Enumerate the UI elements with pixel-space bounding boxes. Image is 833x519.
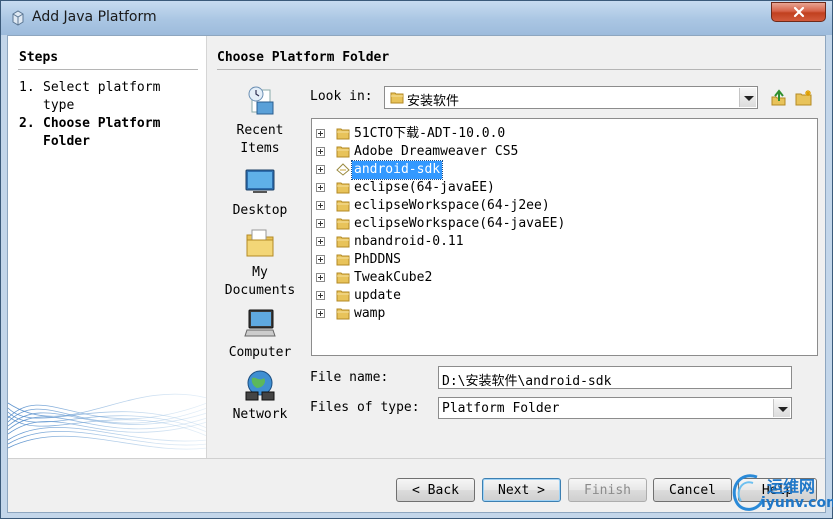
file-list-item[interactable]: wamp	[312, 305, 817, 323]
file-list-item[interactable]: TweakCube2	[312, 269, 817, 287]
file-name: eclipseWorkspace(64-j2ee)	[354, 198, 550, 213]
file-name: eclipseWorkspace(64-javaEE)	[354, 216, 566, 231]
expand-icon[interactable]	[316, 219, 325, 228]
steps-title: Steps	[19, 50, 59, 65]
new-folder-icon[interactable]	[795, 89, 813, 107]
place-my-documents[interactable]: My Documents	[218, 226, 302, 300]
cancel-button[interactable]: Cancel	[653, 478, 732, 502]
expand-icon[interactable]	[316, 291, 325, 300]
expand-icon[interactable]	[316, 129, 325, 138]
java-cup-icon	[12, 10, 24, 26]
step-label: Select platform type	[43, 80, 161, 113]
page-title: Choose Platform Folder	[217, 50, 390, 65]
finish-button[interactable]: Finish	[568, 478, 647, 502]
file-list[interactable]: 51CTO下载-ADT-10.0.0 Adobe Dreamweaver CS5 a…	[311, 118, 818, 356]
place-label: My Documents	[224, 265, 296, 298]
expand-icon[interactable]	[316, 237, 325, 246]
file-list-item[interactable]: 51CTO下载-ADT-10.0.0	[312, 125, 817, 143]
file-name-label: File name:	[310, 370, 389, 385]
file-name: wamp	[354, 306, 386, 321]
watermark-logo: 运维网 iyunv.com	[727, 469, 833, 515]
file-list-item[interactable]: PhDDNS	[312, 251, 817, 269]
file-name: 51CTO下载-ADT-10.0.0	[354, 126, 506, 141]
step-label: Choose Platform Folder	[43, 116, 161, 149]
file-name: nbandroid-0.11	[354, 234, 464, 249]
folder-icon	[336, 200, 350, 212]
file-list-item[interactable]: Adobe Dreamweaver CS5	[312, 143, 817, 161]
file-list-item[interactable]: eclipseWorkspace(64-javaEE)	[312, 215, 817, 233]
expand-icon[interactable]	[316, 255, 325, 264]
expand-icon[interactable]	[316, 309, 325, 318]
desktop-icon	[245, 169, 275, 193]
close-icon	[793, 6, 804, 18]
chevron-down-icon[interactable]	[773, 399, 790, 417]
place-label: Network	[232, 407, 288, 422]
folder-icon	[336, 128, 350, 140]
dialog-client: Steps 1. Select platform type 2. Choose …	[7, 35, 826, 513]
folder-icon	[336, 218, 350, 230]
file-type-value: Platform Folder	[442, 401, 560, 416]
my-documents-icon	[246, 229, 274, 257]
title-bar[interactable]: Add Java Platform	[1, 1, 832, 35]
folder-icon	[336, 272, 350, 284]
file-list-item[interactable]: eclipseWorkspace(64-j2ee)	[312, 197, 817, 215]
file-type-select[interactable]: Platform Folder	[438, 397, 792, 419]
expand-icon[interactable]	[316, 165, 325, 174]
chevron-down-icon[interactable]	[739, 88, 756, 107]
file-type-label: Files of type:	[310, 400, 420, 415]
expand-icon[interactable]	[316, 147, 325, 156]
folder-icon	[336, 182, 350, 194]
title-divider	[217, 69, 821, 70]
folder-icon	[390, 92, 404, 104]
file-list-item[interactable]: android-sdk	[312, 160, 817, 180]
look-in-combo[interactable]: 安装软件	[384, 86, 758, 109]
computer-icon	[244, 309, 276, 337]
file-name: update	[354, 288, 401, 303]
file-name: eclipse(64-javaEE)	[354, 180, 495, 195]
folder-icon	[336, 308, 350, 320]
place-label: Desktop	[232, 203, 288, 218]
expand-icon[interactable]	[316, 183, 325, 192]
window-title: Add Java Platform	[32, 9, 157, 25]
file-name: PhDDNS	[354, 252, 401, 267]
expand-icon[interactable]	[316, 273, 325, 282]
place-computer[interactable]: Computer	[218, 306, 302, 362]
steps-panel: Steps 1. Select platform type 2. Choose …	[8, 36, 207, 458]
network-icon	[245, 370, 275, 401]
place-network[interactable]: Network	[218, 368, 302, 424]
folder-icon	[336, 290, 350, 302]
file-list-item[interactable]: update	[312, 287, 817, 305]
look-in-label: Look in:	[310, 89, 373, 104]
file-list-item[interactable]: nbandroid-0.11	[312, 233, 817, 251]
step-number: 2.	[19, 116, 35, 131]
file-list-item[interactable]: eclipse(64-javaEE)	[312, 179, 817, 197]
folder-icon	[336, 254, 350, 266]
up-one-level-icon[interactable]	[770, 89, 788, 107]
file-name-input[interactable]: D:\安装软件\android-sdk	[438, 366, 792, 389]
sdk-folder-icon	[336, 163, 350, 176]
look-in-value: 安装软件	[407, 94, 460, 109]
step-number: 1.	[19, 80, 35, 95]
place-label: Recent Items	[236, 123, 284, 156]
next-button[interactable]: Next >	[482, 478, 561, 502]
place-recent-items[interactable]: Recent Items	[218, 84, 302, 158]
dialog-window: Add Java Platform Steps 1. Select platfo…	[0, 0, 833, 519]
recent-items-icon	[248, 86, 274, 115]
folder-icon	[336, 146, 350, 158]
button-bar-divider	[8, 458, 825, 459]
steps-divider	[18, 69, 198, 70]
file-name: android-sdk	[350, 160, 444, 180]
folder-icon	[336, 236, 350, 248]
place-desktop[interactable]: Desktop	[218, 164, 302, 220]
decorative-wave-image	[8, 393, 206, 450]
back-button[interactable]: < Back	[396, 478, 475, 502]
file-name: Adobe Dreamweaver CS5	[354, 144, 519, 159]
watermark-url-text: iyunv.com	[761, 495, 833, 511]
expand-icon[interactable]	[316, 201, 325, 210]
watermark-cn-text: 运维网	[767, 477, 816, 496]
places-bar: Recent Items Desktop My Documents Comput…	[218, 80, 302, 422]
close-button[interactable]	[771, 2, 826, 22]
place-label: Computer	[228, 345, 292, 360]
file-name: TweakCube2	[354, 270, 433, 285]
